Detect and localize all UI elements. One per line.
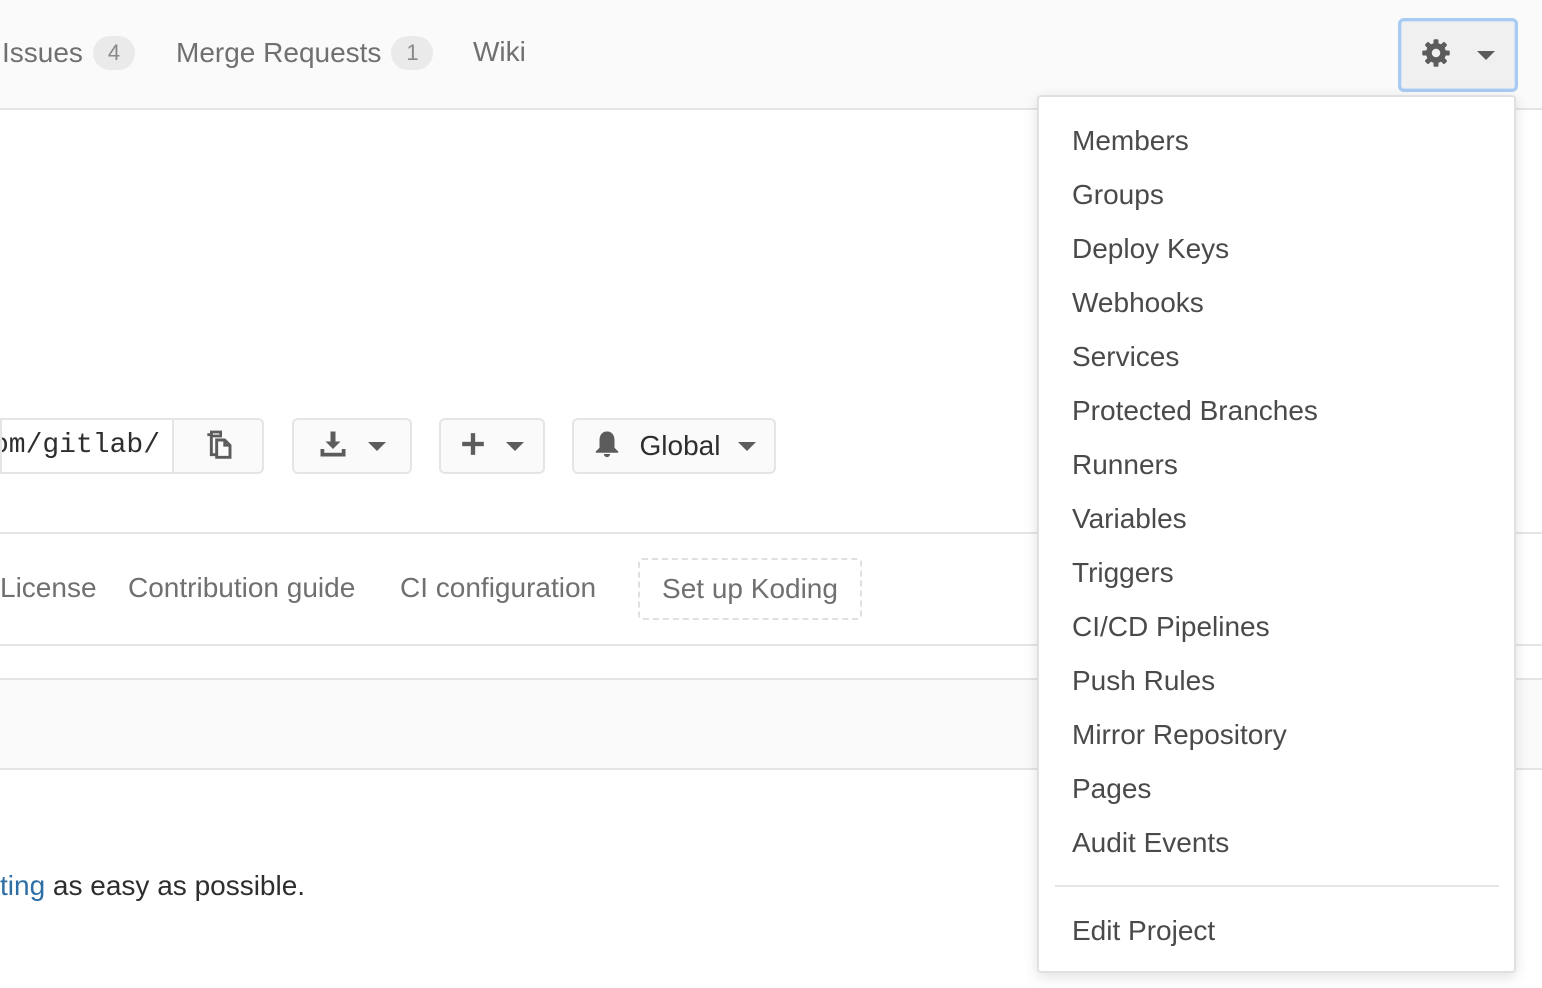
license-link[interactable]: License: [0, 572, 97, 604]
project-settings-dropdown-button[interactable]: [1398, 18, 1518, 92]
menu-divider: [1055, 885, 1499, 887]
chevron-down-icon: [1477, 50, 1495, 60]
clone-url-text: https://gitlab.com/gitlab/: [2, 430, 160, 461]
download-icon: [318, 429, 348, 464]
chevron-down-icon: [368, 441, 386, 451]
setup-koding-button[interactable]: Set up Koding: [638, 558, 862, 620]
copy-url-button[interactable]: [172, 418, 264, 474]
issues-count-badge: 4: [92, 36, 135, 70]
menu-item-edit-project[interactable]: Edit Project: [1072, 911, 1215, 951]
readme-text: ting as easy as possible.: [0, 870, 305, 902]
notification-level-label: Global: [639, 430, 721, 461]
bell-icon: [592, 429, 622, 464]
menu-item-webhooks[interactable]: Webhooks: [1072, 283, 1204, 323]
ci-configuration-link[interactable]: CI configuration: [400, 572, 596, 604]
menu-item-audit-events[interactable]: Audit Events: [1072, 823, 1229, 863]
nav-merge-requests-label: Merge Requests: [176, 37, 382, 68]
contribution-guide-link[interactable]: Contribution guide: [128, 572, 355, 604]
project-settings-menu: Members Groups Deploy Keys Webhooks Serv…: [1037, 95, 1516, 973]
nav-wiki-label: Wiki: [473, 36, 526, 67]
nav-issues-label: Issues: [2, 37, 83, 68]
readme-link[interactable]: ting: [0, 870, 45, 901]
clipboard-icon: [202, 428, 234, 465]
merge-requests-count-badge: 1: [391, 36, 434, 70]
nav-issues[interactable]: Issues 4: [2, 36, 135, 70]
clone-url-input[interactable]: https://gitlab.com/gitlab/: [0, 418, 174, 474]
plus-icon: [460, 431, 486, 462]
menu-item-protected-branches[interactable]: Protected Branches: [1072, 391, 1318, 431]
menu-item-ci-cd-pipelines[interactable]: CI/CD Pipelines: [1072, 607, 1270, 647]
menu-item-variables[interactable]: Variables: [1072, 499, 1187, 539]
download-dropdown-button[interactable]: [292, 418, 412, 474]
menu-item-deploy-keys[interactable]: Deploy Keys: [1072, 229, 1229, 269]
menu-item-push-rules[interactable]: Push Rules: [1072, 661, 1215, 701]
gear-icon: [1421, 38, 1451, 73]
menu-item-members[interactable]: Members: [1072, 121, 1189, 161]
project-nav: Issues 4 Merge Requests 1 Wiki: [0, 0, 1542, 110]
menu-item-pages[interactable]: Pages: [1072, 769, 1151, 809]
menu-item-services[interactable]: Services: [1072, 337, 1179, 377]
readme-sentence: as easy as possible.: [45, 870, 306, 901]
chevron-down-icon: [738, 441, 757, 451]
nav-wiki[interactable]: Wiki: [473, 36, 526, 68]
menu-item-runners[interactable]: Runners: [1072, 445, 1178, 485]
new-item-dropdown-button[interactable]: [439, 418, 545, 474]
menu-item-triggers[interactable]: Triggers: [1072, 553, 1174, 593]
notification-dropdown-button[interactable]: Global: [572, 418, 776, 474]
menu-item-mirror-repository[interactable]: Mirror Repository: [1072, 715, 1287, 755]
menu-item-groups[interactable]: Groups: [1072, 175, 1164, 215]
project-page: Issues 4 Merge Requests 1 Wiki m/gitlab/…: [0, 0, 1542, 988]
chevron-down-icon: [506, 441, 524, 451]
nav-merge-requests[interactable]: Merge Requests 1: [176, 36, 434, 70]
